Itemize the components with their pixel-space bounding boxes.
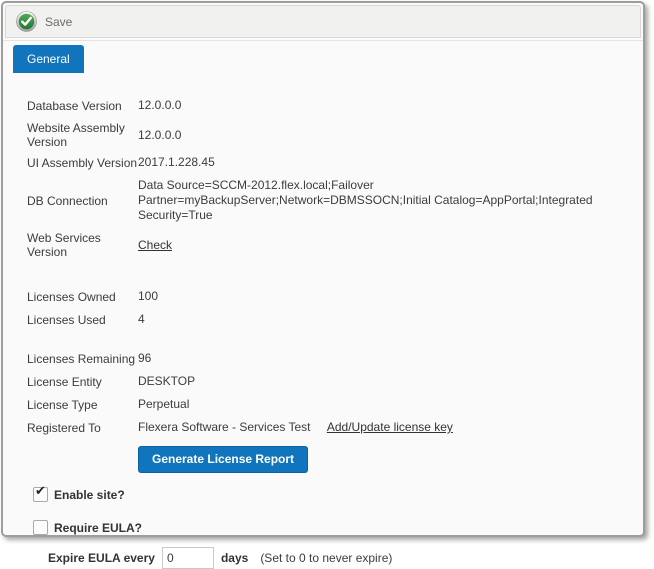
field-row-web-services-version: Web Services Version Check (27, 231, 629, 259)
settings-panel: Save General Database Version 12.0.0.0 W… (1, 1, 645, 537)
enable-site-label: Enable site? (54, 488, 125, 502)
registered-to-value: Flexera Software - Services Test (138, 420, 311, 434)
check-web-services-link[interactable]: Check (138, 238, 172, 252)
checkmark-icon: ✔ (35, 484, 46, 497)
require-eula-row: Require EULA? (33, 520, 629, 535)
field-value: 4 (138, 312, 629, 327)
toolbar: Save (5, 5, 641, 38)
field-label: Registered To (27, 421, 138, 435)
field-label: Website Assembly Version (27, 121, 138, 149)
require-eula-label: Require EULA? (54, 521, 142, 535)
field-value: Perpetual (138, 397, 629, 412)
generate-license-report-button[interactable]: Generate License Report (138, 446, 308, 473)
field-label: License Entity (27, 375, 138, 389)
field-row-license-entity: License Entity DESKTOP (27, 374, 629, 389)
field-value: 12.0.0.0 (138, 128, 629, 143)
add-update-license-key-link[interactable]: Add/Update license key (327, 420, 453, 434)
save-button[interactable]: Save (16, 11, 72, 32)
expire-eula-days-input[interactable] (162, 547, 214, 569)
expire-eula-label: Expire EULA every (48, 551, 155, 565)
generate-report-row: Generate License Report (138, 446, 629, 473)
field-label: Web Services Version (27, 231, 138, 259)
field-value: Data Source=SCCM-2012.flex.local;Failove… (138, 178, 629, 223)
field-value: 96 (138, 351, 629, 366)
field-label: License Type (27, 398, 138, 412)
field-label: Licenses Used (27, 313, 138, 327)
field-value: 12.0.0.0 (138, 98, 629, 113)
expire-eula-days-label: days (221, 551, 248, 565)
field-row-website-assembly-version: Website Assembly Version 12.0.0.0 (27, 121, 629, 149)
field-label: Database Version (27, 99, 138, 113)
field-label: Licenses Remaining (27, 352, 138, 366)
field-row-licenses-remaining: Licenses Remaining 96 (27, 351, 629, 366)
field-row-license-type: License Type Perpetual (27, 397, 629, 412)
field-row-licenses-used: Licenses Used 4 (27, 312, 629, 327)
field-row-ui-assembly-version: UI Assembly Version 2017.1.228.45 (27, 155, 629, 170)
field-value: DESKTOP (138, 374, 629, 389)
general-tab-content: Database Version 12.0.0.0 Website Assemb… (3, 73, 643, 569)
save-check-icon (16, 11, 37, 32)
field-row-database-version: Database Version 12.0.0.0 (27, 98, 629, 113)
enable-site-row: ✔ Enable site? (33, 487, 629, 502)
expire-eula-row: Expire EULA every days (Set to 0 to neve… (48, 547, 629, 569)
field-row-registered-to: Registered To Flexera Software - Service… (27, 420, 629, 435)
field-label: Licenses Owned (27, 290, 138, 304)
save-button-label: Save (45, 15, 72, 29)
tab-general[interactable]: General (13, 45, 84, 73)
field-label: DB Connection (27, 194, 138, 208)
field-value: 2017.1.228.45 (138, 155, 629, 170)
field-row-licenses-owned: Licenses Owned 100 (27, 289, 629, 304)
require-eula-checkbox[interactable] (33, 520, 48, 535)
tab-strip: General (3, 40, 643, 73)
enable-site-checkbox[interactable]: ✔ (33, 487, 48, 502)
field-label: UI Assembly Version (27, 156, 138, 170)
field-row-db-connection: DB Connection Data Source=SCCM-2012.flex… (27, 178, 629, 223)
field-value: 100 (138, 289, 629, 304)
expire-eula-hint: (Set to 0 to never expire) (260, 551, 392, 565)
